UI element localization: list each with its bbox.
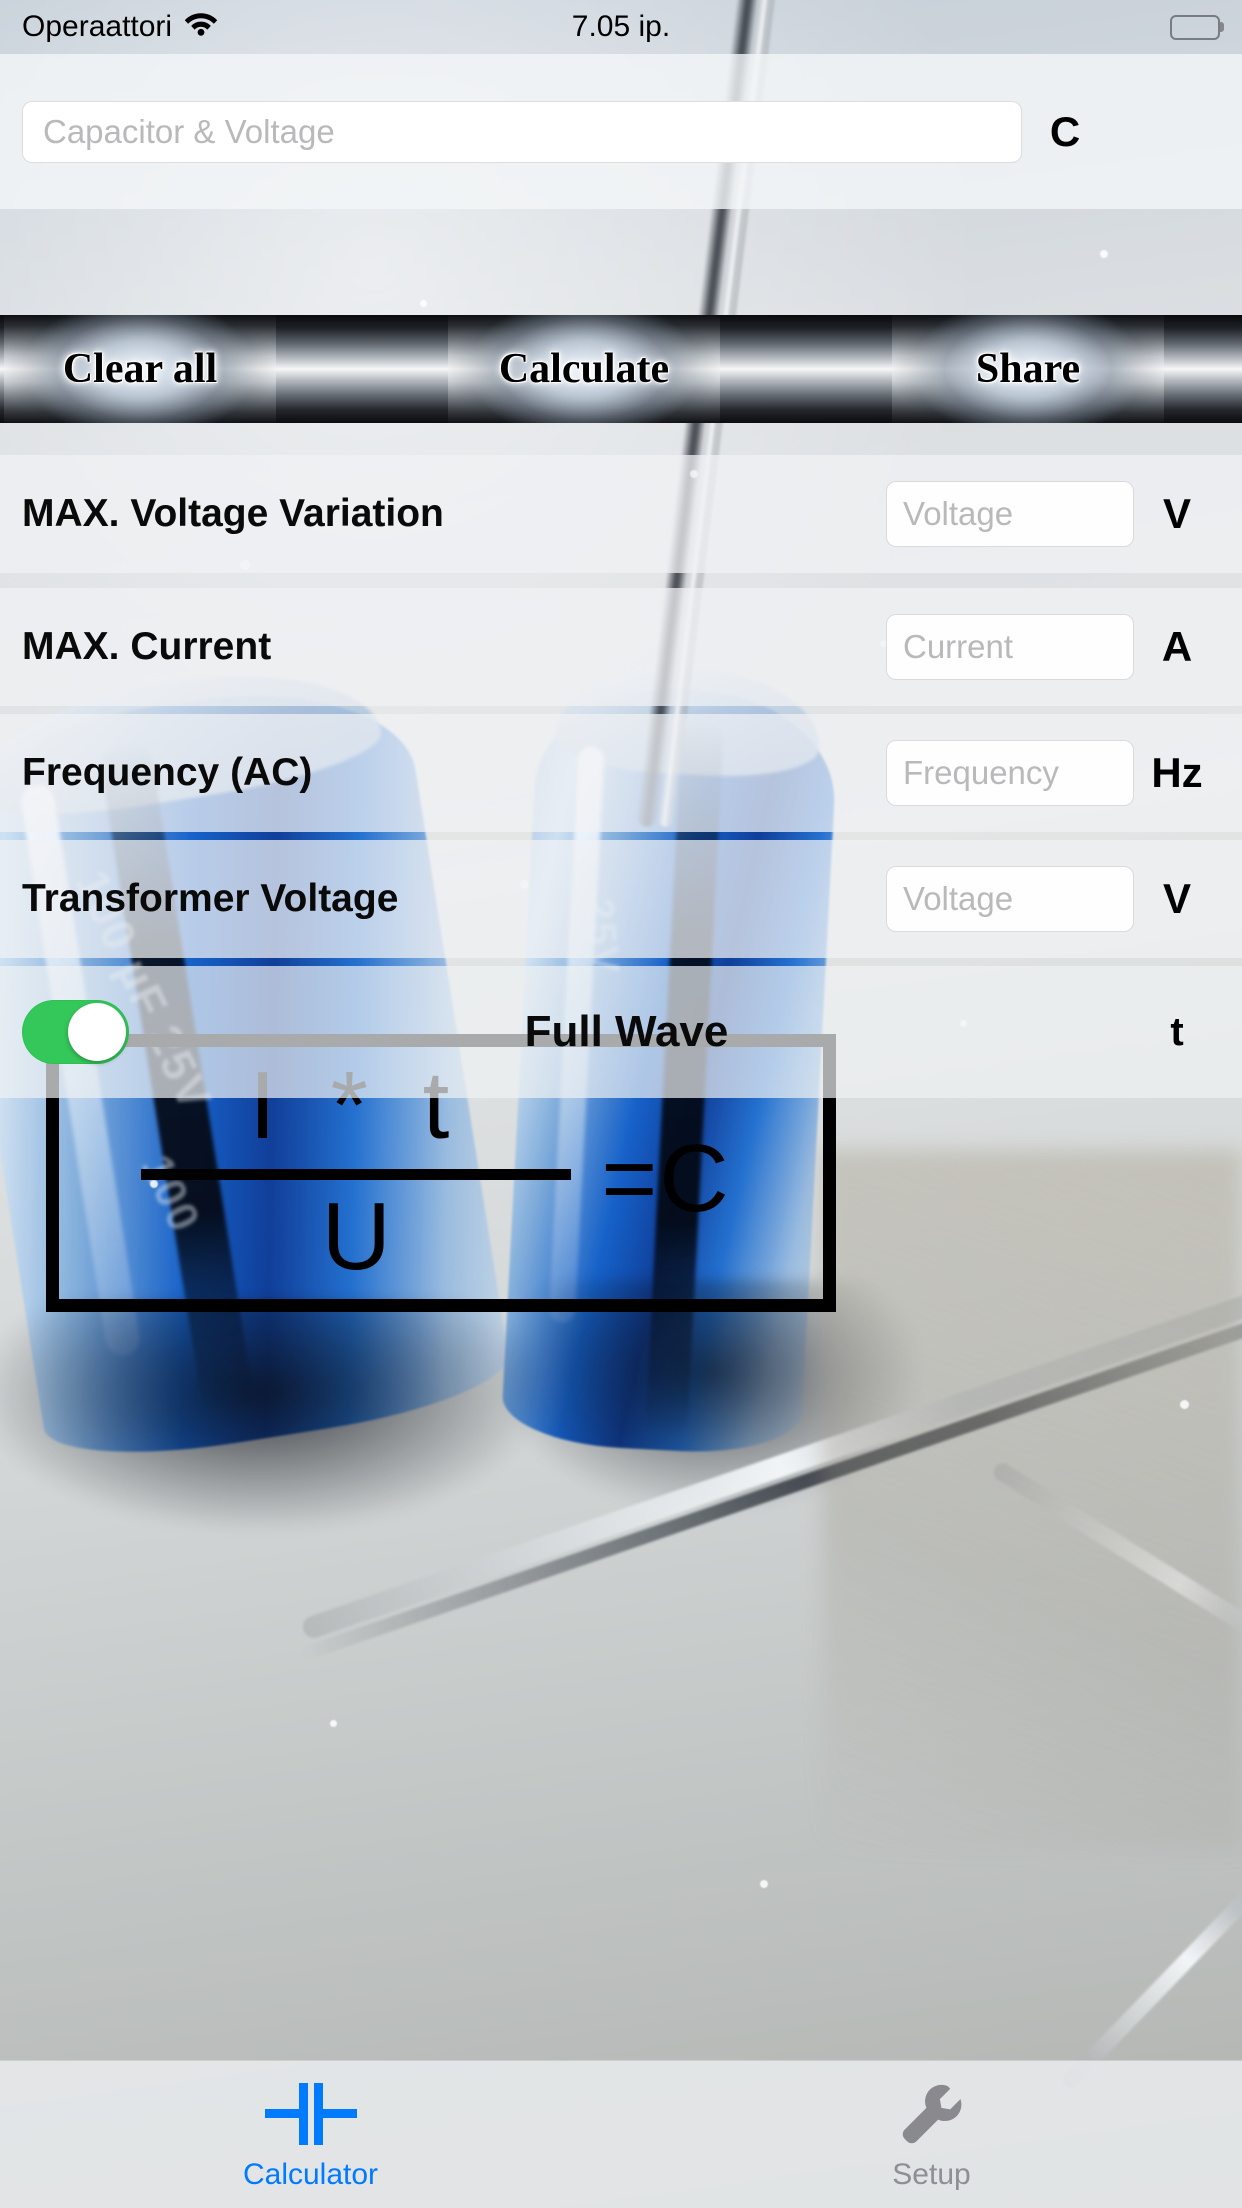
button-bar-spacer bbox=[1164, 315, 1242, 423]
formula-denominator: U bbox=[321, 1183, 391, 1291]
wifi-icon bbox=[184, 10, 218, 44]
full-wave-toggle[interactable] bbox=[22, 1000, 129, 1064]
battery-full-icon bbox=[1170, 14, 1224, 40]
row-unit: A bbox=[1161, 623, 1193, 670]
row-frequency-ac: Frequency (AC) Hz bbox=[0, 714, 1242, 832]
share-button[interactable]: Share bbox=[892, 315, 1164, 423]
clear-all-label: Clear all bbox=[62, 346, 218, 392]
formula-result: =C bbox=[601, 1125, 731, 1232]
action-button-bar: Clear all Calculate Share bbox=[0, 315, 1242, 423]
tab-setup-label: Setup bbox=[892, 2157, 971, 2191]
row-transformer-voltage: Transformer Voltage V bbox=[0, 840, 1242, 958]
full-wave-label: Full Wave bbox=[524, 1007, 729, 1056]
calculate-label: Calculate bbox=[498, 346, 670, 392]
toggle-knob bbox=[68, 1003, 126, 1061]
tab-bar: Calculator Setup bbox=[0, 2060, 1242, 2208]
tab-calculator-label: Calculator bbox=[242, 2157, 379, 2191]
share-label: Share bbox=[975, 346, 1081, 392]
row-label: MAX. Voltage Variation bbox=[22, 492, 444, 535]
row-unit: Hz bbox=[1151, 749, 1203, 796]
status-bar-right bbox=[1170, 14, 1224, 40]
row-label: Transformer Voltage bbox=[22, 877, 399, 920]
row-unit: V bbox=[1162, 875, 1191, 922]
full-wave-unit: t bbox=[1170, 1009, 1184, 1054]
tab-setup[interactable]: Setup bbox=[621, 2061, 1242, 2208]
button-bar-spacer bbox=[276, 315, 448, 423]
capacitor-voltage-unit: C bbox=[1049, 107, 1081, 155]
status-bar: Operaattori 7.05 ip. bbox=[0, 0, 1242, 54]
photo-shadow bbox=[0, 1300, 540, 1530]
carrier-label: Operaattori bbox=[22, 10, 173, 43]
max-voltage-variation-input[interactable] bbox=[886, 481, 1134, 547]
row-max-voltage-variation: MAX. Voltage Variation V bbox=[0, 455, 1242, 573]
row-max-current: MAX. Current A bbox=[0, 588, 1242, 706]
frequency-input[interactable] bbox=[886, 740, 1134, 806]
formula-fraction-bar bbox=[141, 1169, 572, 1181]
button-bar-spacer bbox=[720, 315, 892, 423]
photo-surface-tone bbox=[822, 1150, 1242, 1850]
capacitor-voltage-input[interactable] bbox=[22, 100, 1022, 163]
row-full-wave: Full Wave t bbox=[0, 966, 1242, 1098]
transformer-voltage-input[interactable] bbox=[886, 866, 1134, 932]
tab-calculator[interactable]: Calculator bbox=[0, 2061, 621, 2208]
status-bar-left: Operaattori bbox=[22, 10, 218, 44]
row-unit: V bbox=[1162, 490, 1191, 537]
clear-all-button[interactable]: Clear all bbox=[4, 315, 276, 423]
max-current-input[interactable] bbox=[886, 614, 1134, 680]
capacitor-voltage-panel: C bbox=[0, 54, 1242, 209]
calculate-button[interactable]: Calculate bbox=[448, 315, 720, 423]
wrench-icon bbox=[897, 2078, 967, 2150]
row-label: MAX. Current bbox=[22, 625, 272, 668]
capacitor-icon bbox=[264, 2078, 357, 2150]
row-label: Frequency (AC) bbox=[22, 751, 313, 794]
